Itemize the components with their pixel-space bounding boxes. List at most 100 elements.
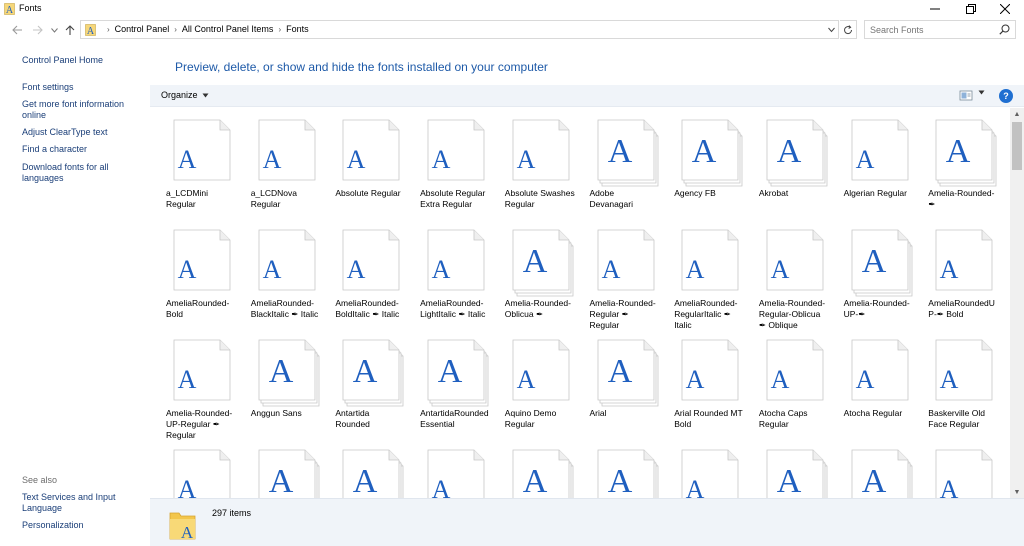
search-input[interactable] (870, 23, 990, 36)
font-item[interactable]: A Algerian Regular (836, 116, 912, 224)
download-fonts-link[interactable]: Download fonts for all languages (22, 162, 142, 184)
font-item[interactable]: A (751, 446, 828, 498)
font-item[interactable]: A Atocha Regular (836, 336, 912, 444)
font-item[interactable]: A Amelia-Rounded-UP-Regular ✒ Regular (158, 336, 234, 444)
font-item[interactable]: A (327, 446, 404, 498)
svg-text:A: A (347, 255, 366, 284)
font-item[interactable]: Aa_LCDNova Regular (243, 116, 319, 224)
font-item[interactable]: A AmeliaRounded-Bold (158, 226, 234, 334)
font-family-icon: A (418, 336, 490, 408)
font-family-icon: A (588, 446, 660, 498)
font-family-icon: A (249, 446, 321, 498)
close-button[interactable] (988, 0, 1022, 18)
search-box[interactable] (864, 20, 1016, 39)
up-button[interactable] (63, 22, 77, 38)
font-item[interactable]: A Anggun Sans (243, 336, 321, 444)
search-icon[interactable] (999, 24, 1010, 35)
find-character-link[interactable]: Find a character (22, 144, 142, 155)
font-item[interactable]: A (497, 446, 574, 498)
breadcrumb-fonts[interactable]: Fonts (286, 24, 309, 34)
font-item[interactable]: A Amelia-Rounded-Regular-Oblicua ✒ Obliqu… (751, 226, 827, 334)
font-file-icon: A (164, 116, 236, 188)
address-dropdown-icon[interactable] (828, 24, 835, 35)
organize-button[interactable]: Organize (161, 90, 209, 100)
font-item[interactable]: A Absolute Regular Extra Regular (412, 116, 488, 224)
font-file-icon: A (249, 226, 321, 298)
font-item[interactable]: A (666, 446, 742, 498)
svg-text:A: A (861, 463, 886, 498)
breadcrumb-separator-icon[interactable]: › (107, 25, 110, 34)
vertical-scrollbar[interactable]: ▲ ▼ (1010, 108, 1024, 498)
more-font-info-link[interactable]: Get more font information online (22, 99, 142, 121)
font-item[interactable]: A (412, 446, 488, 498)
back-button[interactable] (10, 22, 24, 38)
font-item[interactable]: A Amelia-Rounded-UP-✒ (836, 226, 912, 334)
scroll-up-icon[interactable]: ▲ (1010, 108, 1024, 120)
font-file-icon: A (842, 116, 914, 188)
svg-text:A: A (178, 255, 197, 284)
breadcrumb-separator-icon[interactable]: › (278, 25, 281, 34)
minimize-button[interactable] (918, 0, 952, 18)
refresh-icon (844, 24, 853, 34)
font-item[interactable]: A AmeliaRounded-BoldItalic ✒ Italic (327, 226, 403, 334)
font-item[interactable]: A Aquino Demo Regular (497, 336, 573, 444)
font-file-icon: A (418, 226, 490, 298)
breadcrumb-control-panel[interactable]: Control Panel (115, 24, 170, 34)
recent-locations-button[interactable] (47, 22, 61, 38)
font-item[interactable]: A Atocha Caps Regular (751, 336, 827, 444)
svg-text:A: A (855, 365, 874, 394)
change-view-icon[interactable] (959, 89, 973, 102)
font-item[interactable]: A Adobe Devanagari (582, 116, 658, 224)
font-file-icon: A (588, 226, 660, 298)
font-item[interactable]: A Arial Rounded MT Bold (666, 336, 743, 444)
restore-button[interactable] (954, 0, 988, 18)
font-item[interactable]: A (158, 446, 234, 498)
font-item[interactable]: A AmeliaRoundedUP-✒ Bold (920, 226, 996, 334)
font-item-label: Agency FB (674, 188, 716, 198)
font-item[interactable]: A Absolute Swashes Regular (497, 116, 575, 224)
font-item[interactable]: A Baskerville Old Face Regular (920, 336, 996, 444)
personalization-link[interactable]: Personalization (22, 520, 142, 531)
address-row: A › Control Panel › All Control Panel It… (0, 18, 1024, 42)
font-item[interactable]: A Akrobat (751, 116, 828, 224)
svg-text:A: A (523, 463, 548, 498)
font-item[interactable]: A Antartida Rounded (327, 336, 404, 444)
font-item[interactable]: A (920, 446, 996, 498)
svg-text:A: A (686, 255, 705, 284)
font-item[interactable]: A Arial (582, 336, 658, 444)
view-options-dropdown-icon[interactable] (978, 90, 985, 95)
font-family-icon: A (249, 336, 321, 408)
font-item-label: AmeliaRounded-BoldItalic ✒ Italic (335, 298, 400, 319)
control-panel-home-link[interactable]: Control Panel Home (22, 55, 142, 66)
font-item[interactable]: A Amelia-Rounded-Oblicua ✒ (497, 226, 574, 334)
help-button[interactable]: ? (999, 89, 1013, 103)
font-item[interactable]: A AmeliaRounded-BlackItalic ✒ Italic (243, 226, 319, 334)
text-services-link[interactable]: Text Services and Input Language (22, 492, 142, 514)
refresh-button[interactable] (840, 20, 857, 39)
font-item[interactable]: A Amelia-Rounded-✒ (920, 116, 997, 224)
breadcrumb-all-items[interactable]: All Control Panel Items (182, 24, 274, 34)
font-item[interactable]: Aa_LCDMini Regular (158, 116, 234, 224)
font-item[interactable]: A AmeliaRounded-RegularItalic ✒ Italic (666, 226, 742, 334)
font-item[interactable]: A AntartidaRounded Essential (412, 336, 490, 444)
font-item[interactable]: A (836, 446, 912, 498)
breadcrumb-separator-icon[interactable]: › (174, 25, 177, 34)
font-item-label: a_LCDMini Regular (166, 188, 209, 209)
font-item[interactable]: A Absolute Regular (327, 116, 403, 224)
font-item[interactable]: A (243, 446, 321, 498)
font-file-icon: A (926, 226, 998, 298)
font-item[interactable]: A Amelia-Rounded-Regular ✒ Regular (582, 226, 658, 334)
svg-text:A: A (855, 145, 874, 174)
font-item-label: Antartida Rounded (335, 408, 370, 429)
font-item[interactable]: A Agency FB (666, 116, 743, 224)
font-item-label: Atocha Caps Regular (758, 408, 808, 429)
forward-button[interactable] (30, 22, 44, 38)
font-item[interactable]: A (582, 446, 658, 498)
adjust-cleartype-link[interactable]: Adjust ClearType text (22, 127, 142, 138)
font-item-label: AmeliaRounded-RegularItalic ✒ Italic (674, 298, 738, 330)
scroll-down-icon[interactable]: ▼ (1010, 486, 1024, 498)
scroll-thumb[interactable] (1012, 122, 1022, 170)
font-item[interactable]: A AmeliaRounded-LightItalic ✒ Italic (412, 226, 488, 334)
address-bar[interactable]: A › Control Panel › All Control Panel It… (80, 20, 839, 39)
font-settings-link[interactable]: Font settings (22, 82, 142, 93)
